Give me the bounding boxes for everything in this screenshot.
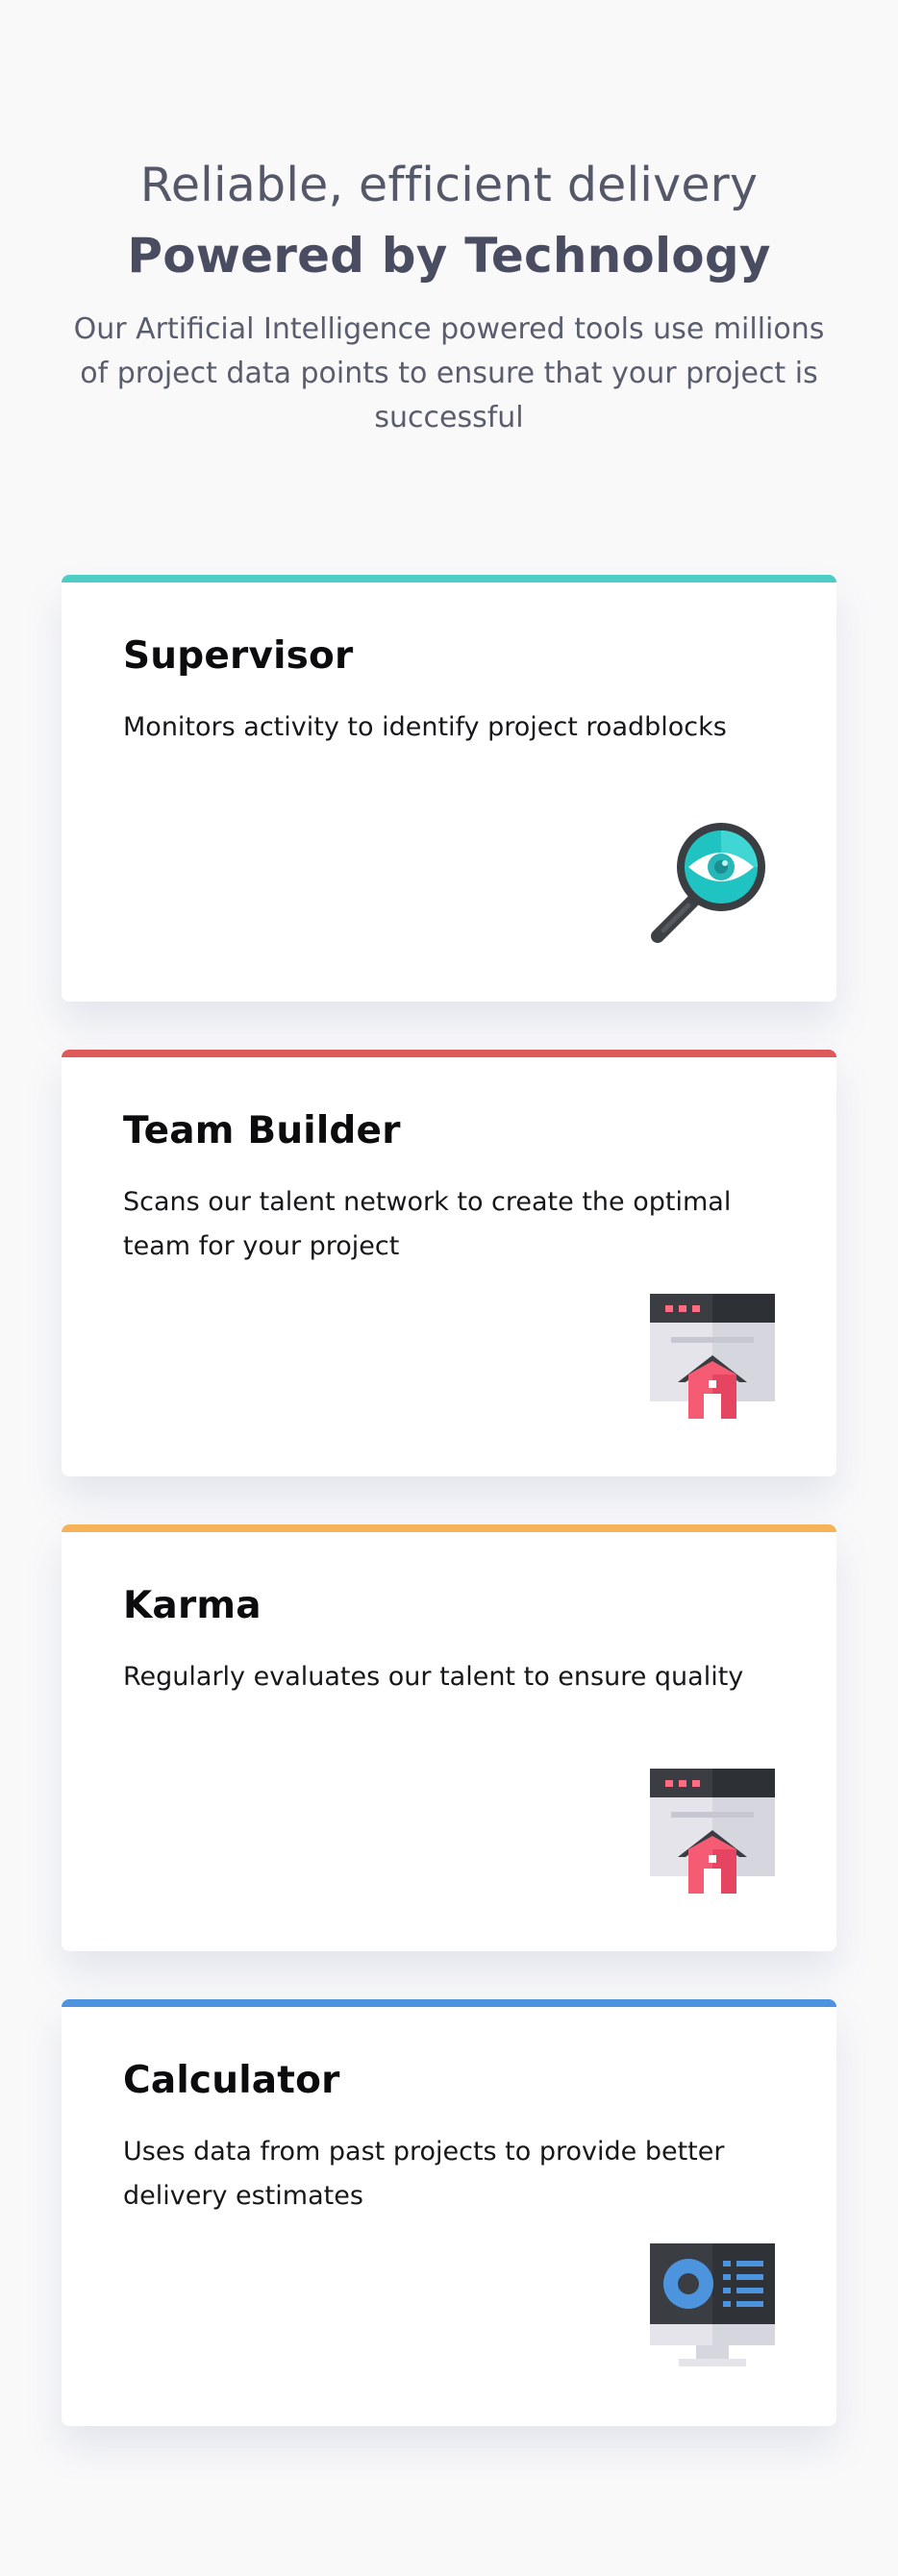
magnifier-eye-icon — [650, 819, 775, 944]
card-title: Supervisor — [123, 634, 354, 678]
browser-home-icon — [650, 1769, 775, 1894]
card-description: Scans our talent network to create the o… — [123, 1187, 732, 1261]
card-description: Regularly evaluates our talent to ensure… — [123, 1662, 744, 1692]
section-lead: Our Artificial Intelligence powered tool… — [73, 312, 825, 434]
feature-card-supervisor: Supervisor Monitors activity to identify… — [62, 575, 836, 1002]
card-accent-bar — [62, 1050, 836, 1057]
hero-header: Reliable, efficient delivery Powered by … — [0, 0, 898, 440]
monitor-chart-icon — [650, 2243, 775, 2368]
section-subtitle: Reliable, efficient delivery — [139, 158, 759, 212]
section-title: Powered by Technology — [127, 228, 771, 284]
card-title: Calculator — [123, 2059, 340, 2102]
browser-home-icon — [650, 1294, 775, 1419]
card-accent-bar — [62, 575, 836, 582]
feature-card-team-builder: Team Builder Scans our talent network to… — [62, 1050, 836, 1476]
card-description: Monitors activity to identify project ro… — [123, 712, 727, 742]
page: Reliable, efficient delivery Powered by … — [0, 0, 898, 2576]
card-description: Uses data from past projects to provide … — [123, 2137, 725, 2211]
card-accent-bar — [62, 1999, 836, 2007]
card-title: Team Builder — [123, 1109, 401, 1152]
feature-card-karma: Karma Regularly evaluates our talent to … — [62, 1524, 836, 1951]
feature-card-calculator: Calculator Uses data from past projects … — [62, 1999, 836, 2426]
feature-cards: Supervisor Monitors activity to identify… — [62, 575, 836, 2474]
card-title: Karma — [123, 1584, 262, 1627]
card-accent-bar — [62, 1524, 836, 1532]
